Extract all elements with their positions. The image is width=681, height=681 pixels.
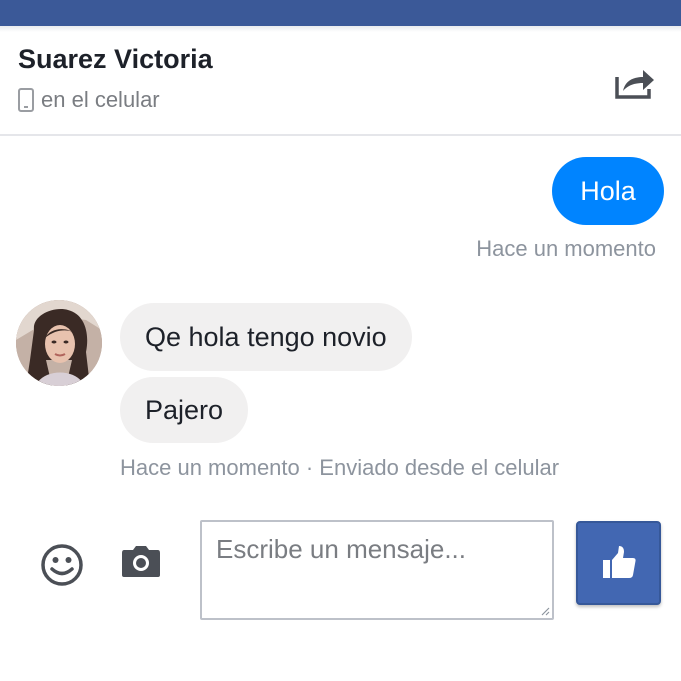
camera-icon [122, 546, 160, 577]
share-icon [615, 70, 654, 99]
received-message-bubble[interactable]: Pajero [120, 377, 249, 443]
avatar[interactable] [16, 300, 102, 386]
received-timestamp: Hace un momento · Enviado desde el celul… [120, 455, 560, 480]
avatar-photo [16, 300, 102, 386]
like-button[interactable] [576, 521, 661, 605]
contact-name[interactable]: Suarez Victoria [18, 44, 213, 75]
received-message-text: Qe hola tengo novio [145, 321, 387, 352]
phone-icon [18, 88, 34, 112]
message-input[interactable] [200, 520, 554, 620]
contact-status: en el celular [18, 87, 160, 113]
received-message-text: Pajero [145, 394, 224, 425]
contact-status-label: en el celular [41, 87, 160, 112]
emoji-button[interactable] [40, 543, 84, 587]
top-navigation-bar [0, 0, 681, 26]
emoji-icon [41, 544, 83, 586]
share-button[interactable] [608, 60, 662, 106]
sent-message-text: Hola [580, 175, 636, 206]
sent-timestamp: Hace un momento [476, 236, 656, 261]
sent-message-bubble[interactable]: Hola [552, 157, 664, 225]
conversation-header: Suarez Victoria en el celular [0, 32, 681, 136]
thumbs-up-icon [602, 546, 636, 578]
received-message-bubble[interactable]: Qe hola tengo novio [120, 303, 412, 371]
camera-button[interactable] [121, 545, 161, 579]
